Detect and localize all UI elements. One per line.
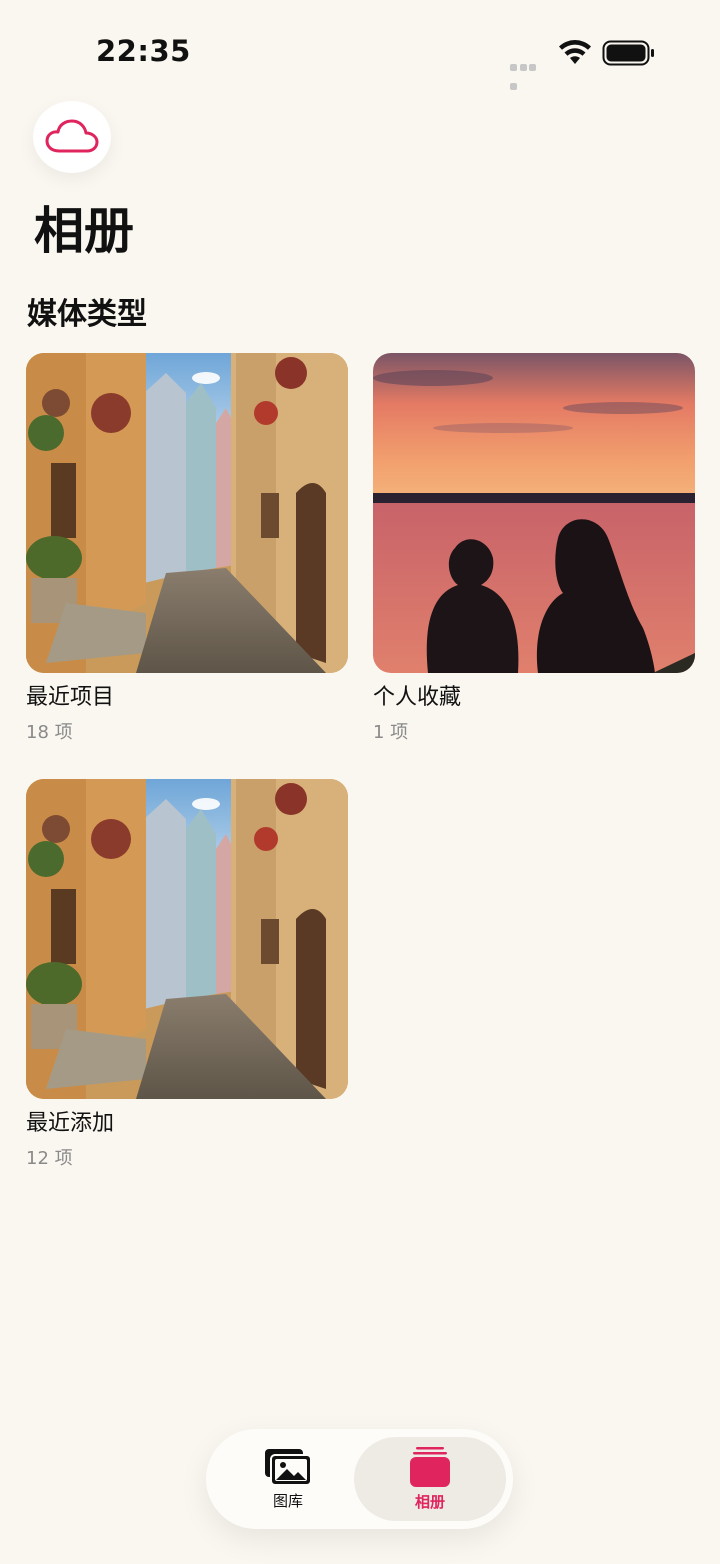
section-title-media-types: 媒体类型 xyxy=(27,297,147,332)
album-thumbnail-sunset[interactable] xyxy=(373,353,695,673)
page-title: 相册 xyxy=(34,202,134,260)
album-name: 最近项目 xyxy=(26,685,115,710)
battery-icon xyxy=(602,40,654,66)
tab-library[interactable]: 图库 xyxy=(218,1437,358,1521)
cellular-signal-icon xyxy=(510,56,548,90)
album-recently-added[interactable]: 最近添加 12 项 xyxy=(26,779,348,1173)
tab-albums-label: 相册 xyxy=(414,1493,445,1511)
icloud-button[interactable] xyxy=(33,101,111,173)
album-count: 12 项 xyxy=(26,1148,73,1169)
albums-stack-icon xyxy=(410,1447,450,1487)
tab-bar: 图库 相册 xyxy=(206,1429,513,1529)
album-thumbnail-street[interactable] xyxy=(26,353,348,673)
album-favorites[interactable]: 个人收藏 1 项 xyxy=(373,353,695,747)
status-time: 22:35 xyxy=(96,34,191,68)
album-count: 18 项 xyxy=(26,722,73,743)
photo-library-icon xyxy=(265,1449,312,1486)
wifi-icon xyxy=(559,40,591,64)
cloud-icon xyxy=(45,119,99,153)
tab-library-label: 图库 xyxy=(272,1492,303,1510)
album-recent-items[interactable]: 最近项目 18 项 xyxy=(26,353,348,747)
album-count: 1 项 xyxy=(373,722,409,743)
tab-albums[interactable]: 相册 xyxy=(354,1437,506,1521)
album-name: 最近添加 xyxy=(26,1111,115,1136)
album-name: 个人收藏 xyxy=(373,685,462,710)
album-thumbnail-street[interactable] xyxy=(26,779,348,1099)
status-bar: 22:35 xyxy=(0,0,720,100)
